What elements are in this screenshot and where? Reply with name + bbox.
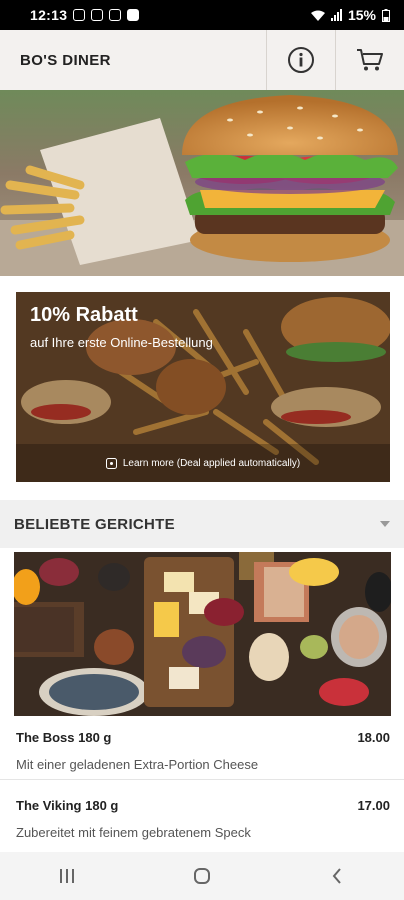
section-title: BELIEBTE GERICHTE [14,515,175,533]
wifi-icon [310,10,325,21]
signal-icon [330,9,342,21]
item-description: Zubereitet mit feinem gebratenem Speck [16,825,251,840]
status-right: 15% [310,7,390,23]
info-icon [288,47,314,73]
promo-link-text: Learn more (Deal applied automatically) [122,457,301,469]
home-button[interactable] [172,852,232,900]
back-button[interactable] [307,852,367,900]
cart-button[interactable] [335,30,404,90]
app-header: BO'S DINER [0,30,404,91]
home-icon [193,868,210,884]
item-description: Mit einer geladenen Extra-Portion Cheese [16,757,259,772]
item-price: 18.00 [357,730,390,745]
recents-button[interactable] [37,852,97,900]
status-left: 12:13 [30,7,140,23]
system-nav-bar [0,852,404,900]
promo-banner[interactable]: 10% Rabatt auf Ihre erste Online-Bestell… [16,292,390,482]
info-button[interactable] [266,30,335,90]
hero-burger-image [0,90,404,276]
restaurant-title: BO'S DINER [20,51,111,69]
back-icon [332,868,341,884]
battery-percent: 15% [347,7,376,23]
battery-icon [382,8,390,22]
promo-subtitle: auf Ihre erste Online-Bestellung [30,335,213,350]
promo-title: 10% Rabatt [30,304,138,326]
tag-icon [105,457,117,469]
app-notification-icon [127,9,140,21]
photo-icon [109,9,122,21]
status-time: 12:13 [30,7,68,23]
dish-image[interactable] [14,552,391,716]
status-bar: 12:13 15% [0,0,404,30]
item-name: The Boss 180 g [16,730,112,745]
notification-icon [73,9,86,21]
item-price: 17.00 [357,798,390,813]
section-header-popular[interactable]: BELIEBTE GERICHTE [0,500,404,548]
message-icon [91,9,104,21]
recents-icon [60,869,75,883]
menu-item[interactable]: The Boss 180 g 18.00 Mit einer geladenen… [0,716,404,780]
promo-learn-more-link[interactable]: Learn more (Deal applied automatically) [16,444,390,482]
cart-icon [357,49,383,71]
chevron-down-icon [380,521,390,527]
promo-text: 10% Rabatt auf Ihre erste Online-Bestell… [30,304,213,350]
item-name: The Viking 180 g [16,798,119,813]
menu-item[interactable]: The Viking 180 g 17.00 Zubereitet mit fe… [0,784,404,848]
